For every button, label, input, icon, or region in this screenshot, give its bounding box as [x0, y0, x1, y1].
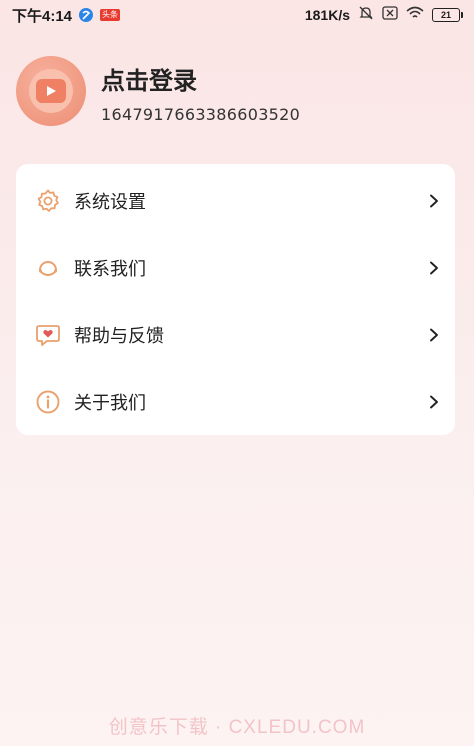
info-icon	[35, 389, 61, 415]
no-sim-icon	[382, 6, 398, 24]
user-id: 1647917663386603520	[101, 104, 301, 124]
profile-header[interactable]: 点击登录 1647917663386603520	[16, 56, 300, 126]
wifi-icon	[406, 6, 424, 24]
mute-bell-icon	[358, 5, 374, 25]
menu-item-contact-us[interactable]: 联系我们	[16, 234, 455, 301]
menu-item-system-settings[interactable]: 系统设置	[16, 167, 455, 234]
status-time: 下午4:14	[12, 7, 73, 25]
chevron-right-icon	[427, 261, 441, 275]
battery-indicator: 21	[432, 8, 463, 22]
menu-label: 系统设置	[74, 191, 146, 213]
watermark: 创意乐下载 · CXLEDU.COM	[108, 717, 366, 738]
news-app-badge: 头条	[100, 9, 121, 21]
chevron-right-icon	[427, 395, 441, 409]
menu-label: 联系我们	[74, 258, 146, 280]
login-link[interactable]: 点击登录	[101, 61, 300, 96]
status-bar: 下午4:14 头条 181K/s 21	[0, 0, 474, 30]
chevron-right-icon	[427, 328, 441, 342]
browser-app-icon	[78, 7, 94, 23]
net-speed: 181K/s	[304, 7, 350, 23]
gear-icon	[35, 188, 61, 214]
heart-chat-icon	[35, 322, 61, 348]
menu-label: 关于我们	[74, 392, 146, 414]
play-icon	[36, 79, 66, 103]
menu-item-help-feedback[interactable]: 帮助与反馈	[16, 301, 455, 368]
settings-menu: 系统设置 联系我们 帮助与反馈 关于我们	[16, 164, 455, 435]
menu-item-about-us[interactable]: 关于我们	[16, 368, 455, 435]
headset-icon	[35, 255, 61, 281]
menu-label: 帮助与反馈	[74, 325, 164, 347]
chevron-right-icon	[427, 194, 441, 208]
avatar[interactable]	[16, 56, 86, 126]
